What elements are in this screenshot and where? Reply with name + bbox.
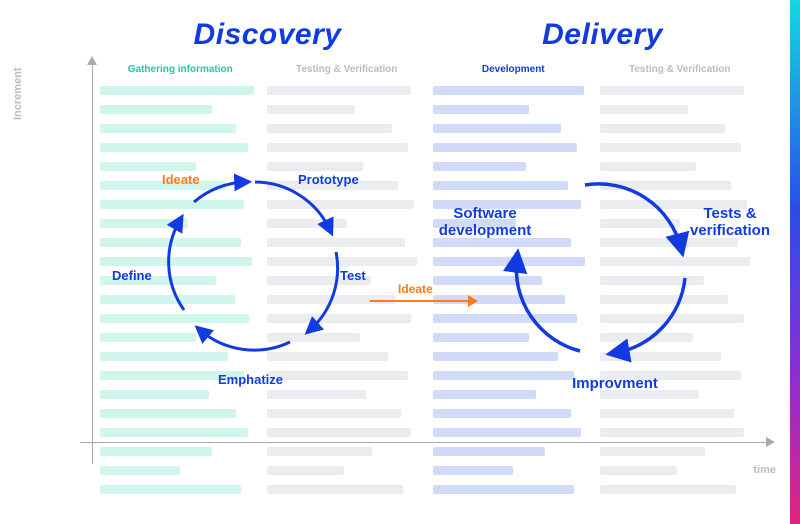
bar (267, 409, 402, 418)
bar (433, 390, 536, 399)
bar (600, 105, 688, 114)
column-head: Gathering information (100, 64, 261, 80)
bar (267, 143, 408, 152)
column-head: Development (433, 64, 594, 80)
bar (433, 428, 581, 437)
bar (267, 371, 408, 380)
bar (100, 86, 254, 95)
discovery-emphatize-label: Emphatize (218, 372, 283, 387)
delivery-tests-label: Tests &verification (680, 205, 780, 240)
delivery-software-dev-label: Softwaredevelopment (430, 205, 540, 240)
bar (433, 143, 577, 152)
bar (600, 86, 744, 95)
bar (267, 466, 344, 475)
bar (600, 447, 706, 456)
bar (100, 143, 248, 152)
delivery-cycle-icon (495, 163, 705, 373)
bar (100, 105, 212, 114)
bar (267, 124, 392, 133)
bar (100, 447, 212, 456)
connector-arrow-icon (468, 295, 478, 307)
bar (433, 409, 571, 418)
bar (100, 466, 180, 475)
delivery-improvement-label: Improvment (555, 375, 675, 392)
bar (433, 86, 584, 95)
bar (600, 409, 735, 418)
bar (100, 409, 236, 418)
bar (433, 466, 513, 475)
bar (600, 428, 744, 437)
bar (600, 485, 736, 494)
bar (100, 428, 248, 437)
discovery-cycle-icon (150, 160, 360, 370)
bar (100, 124, 236, 133)
column-head: Testing & Verification (600, 64, 761, 80)
connector-line (370, 300, 470, 302)
gradient-strip (790, 0, 800, 524)
discovery-ideate-label: Ideate (162, 172, 200, 187)
bar (600, 124, 725, 133)
diagram-canvas: Increment time Discovery Delivery Gather… (0, 0, 800, 524)
discovery-prototype-label: Prototype (298, 172, 359, 187)
phase-delivery-title: Delivery (435, 18, 770, 52)
y-axis-arrow-icon (87, 56, 97, 65)
connector-ideate-label: Ideate (398, 282, 433, 296)
phase-discovery-title: Discovery (100, 18, 435, 52)
y-axis-label: Increment (12, 67, 24, 120)
bar (600, 143, 741, 152)
bar (600, 466, 677, 475)
bar (433, 105, 529, 114)
bar (267, 86, 411, 95)
bar (100, 485, 241, 494)
discovery-define-label: Define (112, 268, 152, 283)
bar (100, 390, 209, 399)
bar (267, 105, 355, 114)
bar (433, 124, 561, 133)
y-axis (92, 62, 93, 464)
bar (267, 447, 373, 456)
bar (267, 390, 367, 399)
discovery-test-label: Test (340, 268, 366, 283)
bar (433, 485, 574, 494)
x-axis-arrow-icon (766, 437, 775, 447)
bar (267, 485, 403, 494)
bar (267, 428, 411, 437)
column-head: Testing & Verification (267, 64, 428, 80)
phase-headers: Discovery Delivery (100, 18, 770, 52)
bar (433, 447, 545, 456)
